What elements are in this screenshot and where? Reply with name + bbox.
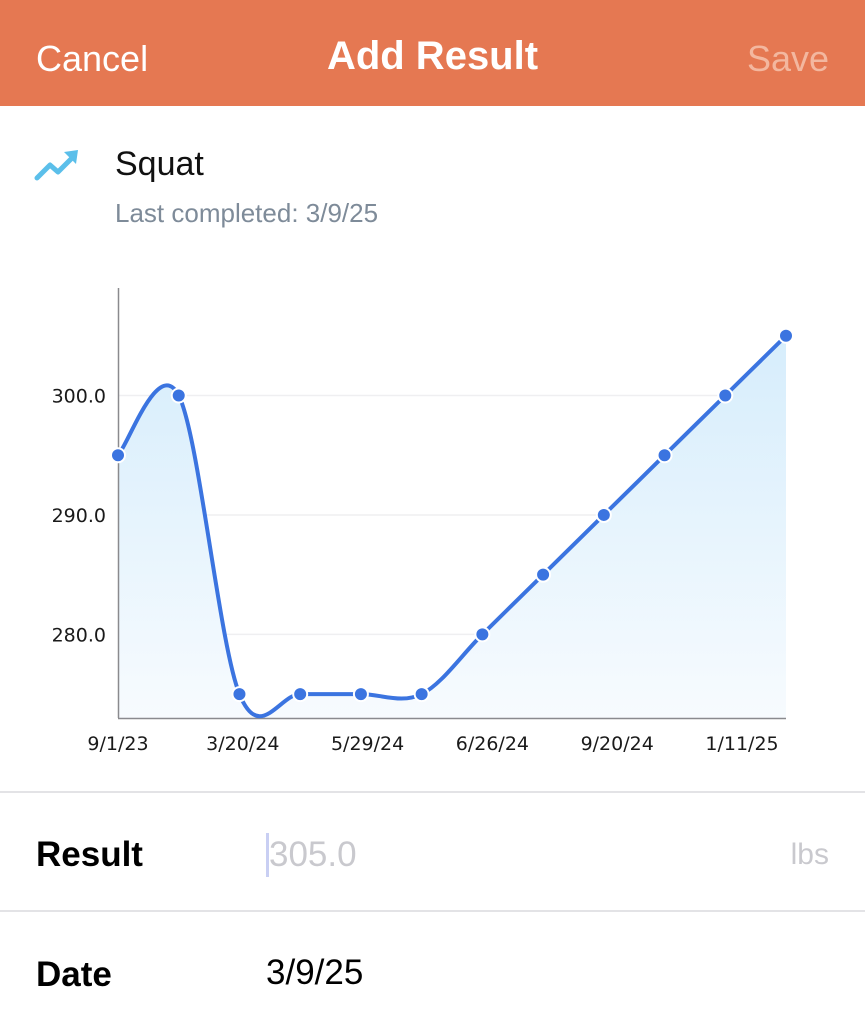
data-point (474, 626, 491, 643)
data-point (292, 686, 309, 703)
data-point (170, 387, 187, 404)
x-tick-label: 6/26/24 (456, 733, 529, 755)
date-label: Date (36, 955, 112, 994)
x-tick-label: 1/11/25 (705, 733, 778, 755)
data-point (778, 327, 794, 344)
result-label: Result (36, 835, 143, 874)
data-point (231, 686, 248, 703)
data-point (717, 387, 734, 404)
last-completed-text: Last completed: 3/9/25 (115, 198, 379, 228)
y-tick-label: 280.0 (52, 624, 106, 646)
data-point (110, 447, 126, 464)
progress-chart: 280.0 290.0 300.0 9/1/23 3/20/24 5/29/24 6/26… (52, 288, 794, 755)
y-tick-label: 300.0 (52, 386, 106, 408)
navigation-bar: Cancel Add Result Save (0, 0, 865, 106)
series-area (118, 335, 786, 718)
row-divider (0, 910, 865, 912)
date-value[interactable]: 3/9/25 (266, 953, 363, 993)
trending-up-icon (34, 150, 78, 181)
x-tick-label: 3/20/24 (206, 733, 279, 755)
exercise-name: Squat (115, 145, 204, 183)
section-divider (0, 791, 865, 793)
x-tick-label: 5/29/24 (331, 733, 404, 755)
data-point (535, 566, 552, 583)
data-point (352, 686, 369, 703)
data-point (413, 686, 430, 703)
data-point (595, 506, 612, 523)
x-tick-label: 9/1/23 (87, 733, 148, 755)
save-button[interactable]: Save (747, 38, 829, 80)
result-input[interactable] (266, 833, 746, 877)
x-tick-label: 9/20/24 (581, 733, 654, 755)
y-tick-label: 290.0 (52, 505, 106, 527)
unit-label: lbs (790, 838, 829, 871)
page-title: Add Result (326, 34, 539, 78)
data-point (656, 447, 673, 464)
